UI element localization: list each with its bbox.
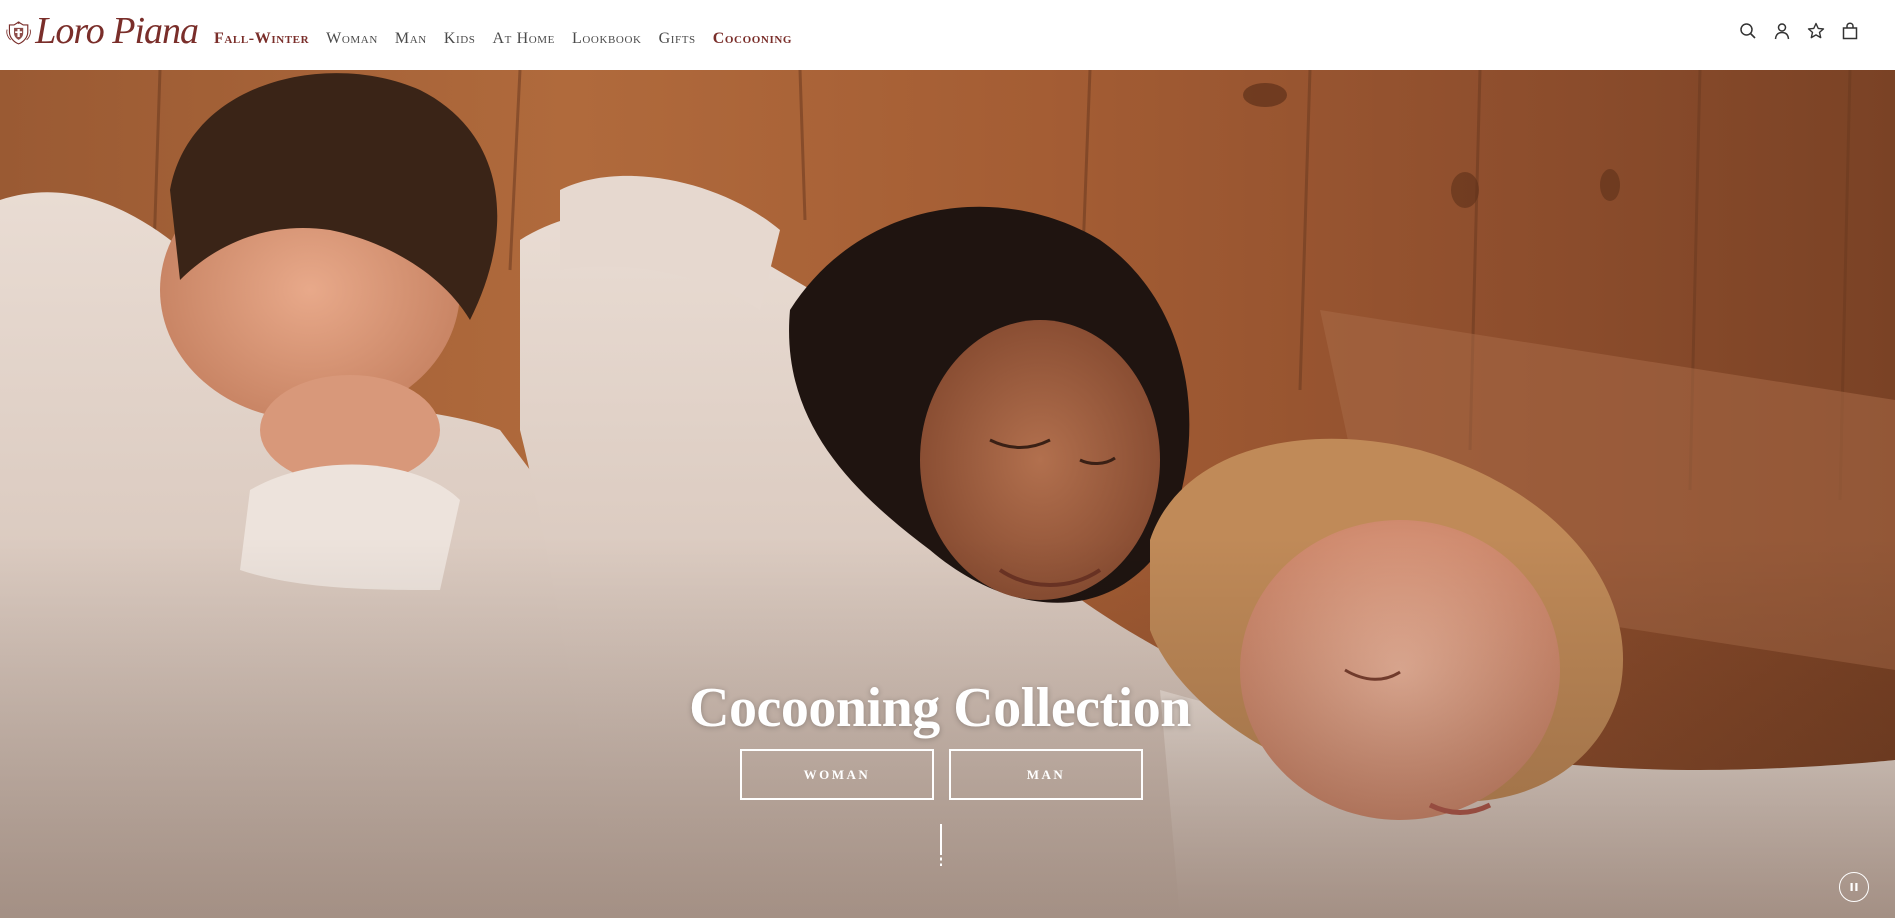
header-actions bbox=[1739, 22, 1859, 40]
site-header: Loro Piana Fall-Winter Woman Man Kids At… bbox=[0, 0, 1895, 70]
scroll-indicator bbox=[940, 824, 942, 872]
hero-title: Cocooning Collection bbox=[689, 676, 1191, 739]
hero-banner: Cocooning Collection WOMAN MAN bbox=[0, 70, 1895, 918]
shop-man-button[interactable]: MAN bbox=[949, 749, 1143, 800]
main-nav: Fall-Winter Woman Man Kids At Home Lookb… bbox=[214, 0, 792, 78]
search-icon[interactable] bbox=[1739, 22, 1757, 40]
pause-icon bbox=[1850, 883, 1858, 891]
wishlist-icon[interactable] bbox=[1807, 22, 1825, 40]
brand-wordmark: Loro Piana bbox=[35, 10, 199, 52]
nav-item-at-home[interactable]: At Home bbox=[493, 30, 555, 48]
nav-item-man[interactable]: Man bbox=[395, 30, 427, 48]
shopping-bag-icon[interactable] bbox=[1841, 22, 1859, 40]
brand-logo[interactable]: Loro Piana bbox=[6, 10, 199, 56]
account-icon[interactable] bbox=[1773, 22, 1791, 40]
crest-icon bbox=[6, 21, 31, 45]
pause-video-button[interactable] bbox=[1839, 872, 1869, 902]
shop-woman-button[interactable]: WOMAN bbox=[740, 749, 934, 800]
nav-item-woman[interactable]: Woman bbox=[326, 30, 378, 48]
nav-item-cocooning[interactable]: Cocooning bbox=[713, 30, 792, 48]
nav-item-kids[interactable]: Kids bbox=[444, 30, 476, 48]
nav-item-fall-winter[interactable]: Fall-Winter bbox=[214, 30, 309, 48]
hero-cta-group: WOMAN MAN bbox=[740, 749, 1143, 800]
nav-item-gifts[interactable]: Gifts bbox=[659, 30, 696, 48]
nav-item-lookbook[interactable]: Lookbook bbox=[572, 30, 642, 48]
